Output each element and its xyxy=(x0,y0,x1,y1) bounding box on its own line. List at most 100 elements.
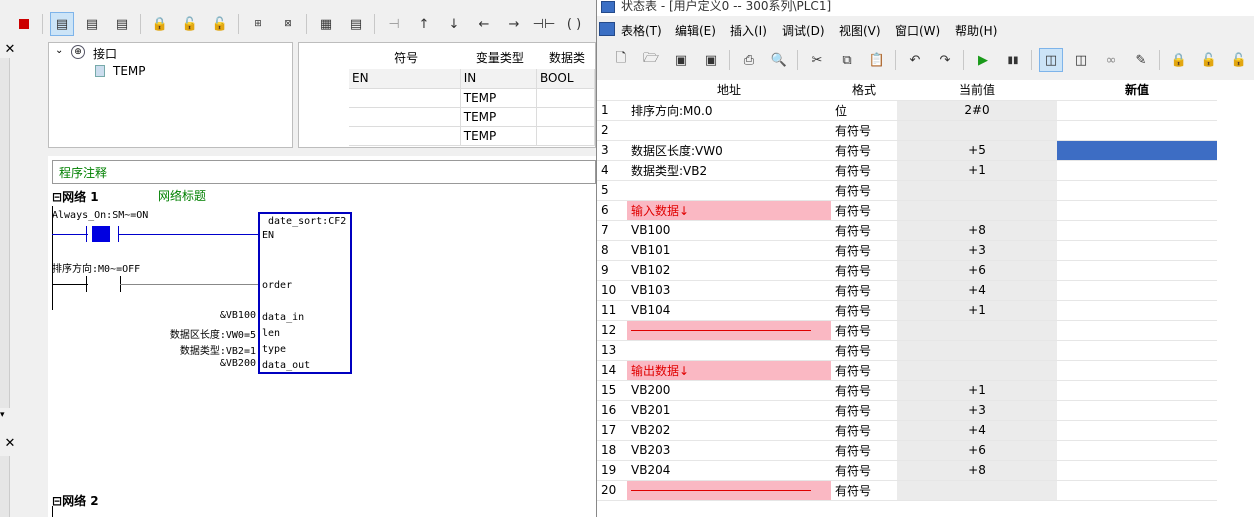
col-current[interactable]: 当前值 xyxy=(897,80,1057,101)
menu-edit[interactable]: 编辑(E) xyxy=(675,22,716,39)
format-cell[interactable]: 有符号 xyxy=(831,260,897,281)
address-cell[interactable]: 输出数据↓ xyxy=(627,360,831,381)
unlock-icon[interactable]: 🔓 xyxy=(178,12,202,36)
run-icon[interactable]: ▶ xyxy=(971,48,995,72)
new-value-cell[interactable] xyxy=(1057,340,1217,361)
ladder-editor[interactable]: 程序注释 ⊟网络 1 网络标题 Always_On:SM~=ON 排序方向:M0… xyxy=(48,156,596,517)
input-len[interactable]: 数据区长度:VW0=5 xyxy=(170,326,256,341)
address-cell[interactable]: 数据区长度:VW0 xyxy=(627,140,831,161)
new-value-cell[interactable] xyxy=(1057,460,1217,481)
save-icon[interactable]: ▣ xyxy=(669,48,693,72)
menu-window[interactable]: 窗口(W) xyxy=(895,22,940,39)
window-icon[interactable] xyxy=(599,22,615,36)
format-cell[interactable]: 位 xyxy=(831,100,897,121)
current-value-cell[interactable]: +4 xyxy=(897,420,1057,441)
open-icon[interactable]: 🗁 xyxy=(639,48,663,72)
table-row[interactable]: 14 输出数据↓ 有符号 xyxy=(597,360,1217,381)
address-cell[interactable]: VB203 xyxy=(627,440,831,461)
new-value-cell[interactable] xyxy=(1057,400,1217,421)
force-lock-icon[interactable]: 🔒 xyxy=(1167,48,1191,72)
force-icon[interactable]: ⊞ xyxy=(246,12,270,36)
branch-icon[interactable]: ⊣ xyxy=(382,12,406,36)
table-row[interactable]: 17 VB202 有符号 +4 xyxy=(597,420,1217,441)
left-scrollbar-2[interactable] xyxy=(0,456,10,517)
cut-icon[interactable]: ✂ xyxy=(805,48,829,72)
table-row[interactable]: 6 输入数据↓ 有符号 xyxy=(597,200,1217,221)
new-value-cell[interactable] xyxy=(1057,120,1217,141)
coil-icon[interactable]: ( ) xyxy=(562,12,586,36)
new-value-cell[interactable] xyxy=(1057,320,1217,341)
table-row[interactable]: EN IN BOOL xyxy=(349,69,595,89)
table-row[interactable]: 5 有符号 xyxy=(597,180,1217,201)
lock-icon[interactable]: 🔒 xyxy=(148,12,172,36)
current-value-cell[interactable] xyxy=(897,360,1057,381)
close-icon[interactable]: ✕ xyxy=(0,42,20,58)
address-cell[interactable] xyxy=(627,480,831,501)
line-up-icon[interactable]: ↑ xyxy=(412,12,436,36)
print-icon[interactable]: ⎙ xyxy=(737,48,761,72)
write-icon[interactable]: ✎ xyxy=(1129,48,1153,72)
new-value-cell[interactable] xyxy=(1057,240,1217,261)
unforce-icon[interactable]: ⊠ xyxy=(276,12,300,36)
address-cell[interactable]: VB201 xyxy=(627,400,831,421)
glasses-icon[interactable]: ∞ xyxy=(1099,48,1123,72)
program-status-icon[interactable]: ▤ xyxy=(50,12,74,36)
unlock-blue-icon[interactable]: 🔓 xyxy=(208,12,232,36)
table-row[interactable]: 7 VB100 有符号 +8 xyxy=(597,220,1217,241)
format-cell[interactable]: 有符号 xyxy=(831,180,897,201)
format-cell[interactable]: 有符号 xyxy=(831,340,897,361)
new-value-cell[interactable] xyxy=(1057,140,1217,161)
address-cell[interactable]: VB101 xyxy=(627,240,831,261)
chevron-down-icon[interactable]: ⌄ xyxy=(55,45,63,56)
table-row[interactable]: 9 VB102 有符号 +6 xyxy=(597,260,1217,281)
address-cell[interactable]: VB100 xyxy=(627,220,831,241)
tree-child-label[interactable]: TEMP xyxy=(113,64,146,78)
current-value-cell[interactable]: +8 xyxy=(897,460,1057,481)
current-value-cell[interactable]: +3 xyxy=(897,240,1057,261)
col-new[interactable]: 新值 xyxy=(1057,80,1217,101)
current-value-cell[interactable]: +1 xyxy=(897,160,1057,181)
unforce-all-icon[interactable]: 🔓 xyxy=(1227,48,1251,72)
new-value-cell[interactable] xyxy=(1057,200,1217,221)
current-value-cell[interactable] xyxy=(897,120,1057,141)
current-value-cell[interactable]: +6 xyxy=(897,260,1057,281)
format-cell[interactable]: 有符号 xyxy=(831,320,897,341)
line-left-icon[interactable]: ← xyxy=(472,12,496,36)
close-icon-2[interactable]: ✕ xyxy=(0,436,20,452)
menu-debug[interactable]: 调试(D) xyxy=(782,22,825,39)
table-row[interactable]: 13 有符号 xyxy=(597,340,1217,361)
document-icon[interactable]: ▤ xyxy=(344,12,368,36)
current-value-cell[interactable] xyxy=(897,340,1057,361)
address-cell[interactable] xyxy=(627,340,831,361)
col-format[interactable]: 格式 xyxy=(831,80,897,101)
format-cell[interactable]: 有符号 xyxy=(831,400,897,421)
paste-icon[interactable]: 📋 xyxy=(865,48,889,72)
current-value-cell[interactable]: +6 xyxy=(897,440,1057,461)
unforce-lock-icon[interactable]: 🔓 xyxy=(1197,48,1221,72)
print-preview-icon[interactable]: 🔍 xyxy=(767,48,791,72)
format-cell[interactable]: 有符号 xyxy=(831,200,897,221)
table-row[interactable]: TEMP xyxy=(349,126,595,146)
table-row[interactable]: 12 有符号 xyxy=(597,320,1217,341)
table-row[interactable]: 8 VB101 有符号 +3 xyxy=(597,240,1217,261)
format-cell[interactable]: 有符号 xyxy=(831,460,897,481)
current-value-cell[interactable]: +4 xyxy=(897,280,1057,301)
trend-icon[interactable]: ◫ xyxy=(1069,48,1093,72)
current-value-cell[interactable] xyxy=(897,480,1057,501)
address-cell[interactable]: VB204 xyxy=(627,460,831,481)
address-cell[interactable]: 输入数据↓ xyxy=(627,200,831,221)
new-value-cell[interactable] xyxy=(1057,180,1217,201)
table-row[interactable]: 1 排序方向:M0.0 位 2#0 xyxy=(597,100,1217,121)
format-cell[interactable]: 有符号 xyxy=(831,300,897,321)
format-cell[interactable]: 有符号 xyxy=(831,380,897,401)
address-cell[interactable]: 数据类型:VB2 xyxy=(627,160,831,181)
function-block[interactable]: date_sort:CF2 EN order data_in len type … xyxy=(258,212,352,374)
format-cell[interactable]: 有符号 xyxy=(831,440,897,461)
table-row[interactable]: 20 有符号 xyxy=(597,480,1217,501)
format-cell[interactable]: 有符号 xyxy=(831,160,897,181)
current-value-cell[interactable]: +1 xyxy=(897,300,1057,321)
contact-icon[interactable]: ⊣⊢ xyxy=(532,12,556,36)
table-status-icon[interactable]: ▤ xyxy=(80,12,104,36)
table-row[interactable]: TEMP xyxy=(349,88,595,108)
program-comment[interactable]: 程序注释 xyxy=(52,160,596,184)
